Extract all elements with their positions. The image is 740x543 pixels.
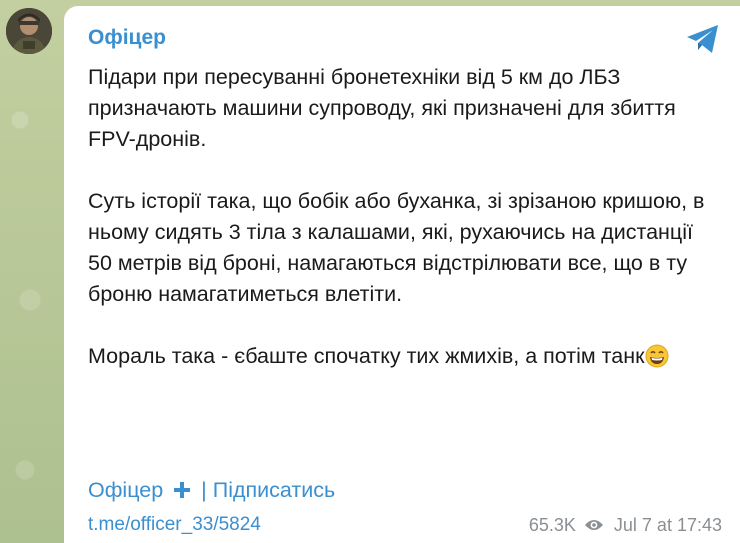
post-paragraph-1: Підари при пересуванні бронетехніки від … xyxy=(88,65,676,151)
telegram-icon[interactable] xyxy=(684,20,722,58)
post-paragraph-3: Мораль така - єбаште спочатку тих жмихів… xyxy=(88,341,708,372)
post-paragraph-2: Суть історії така, що бобік або буханка,… xyxy=(88,189,705,306)
post-date: Jul 7 at 17:43 xyxy=(613,515,722,535)
message-bubble: Офіцер Підари при пересуванні бронетехні… xyxy=(64,6,740,543)
channel-avatar[interactable] xyxy=(6,8,52,54)
post-paragraph-3-text: Мораль така - єбаште спочатку тих жмихів… xyxy=(88,344,645,368)
subscribe-link[interactable]: Підписатись xyxy=(213,478,335,502)
footer-links: Офіцер | Підписатись xyxy=(88,476,335,504)
plus-icon xyxy=(174,482,191,498)
post-url-link[interactable]: t.me/officer_33/5824 xyxy=(88,512,261,538)
separator: | xyxy=(201,478,207,502)
grinning-face-emoji-icon xyxy=(645,344,668,368)
eye-icon xyxy=(584,520,603,530)
soldier-avatar-icon xyxy=(6,8,52,54)
post-text: Підари при пересуванні бронетехніки від … xyxy=(88,62,708,372)
channel-link[interactable]: Офіцер xyxy=(88,478,163,502)
message-meta: 65.3K Jul 7 at 17:43 xyxy=(529,513,722,537)
view-count: 65.3K xyxy=(528,515,576,535)
channel-name[interactable]: Офіцер xyxy=(88,24,740,52)
